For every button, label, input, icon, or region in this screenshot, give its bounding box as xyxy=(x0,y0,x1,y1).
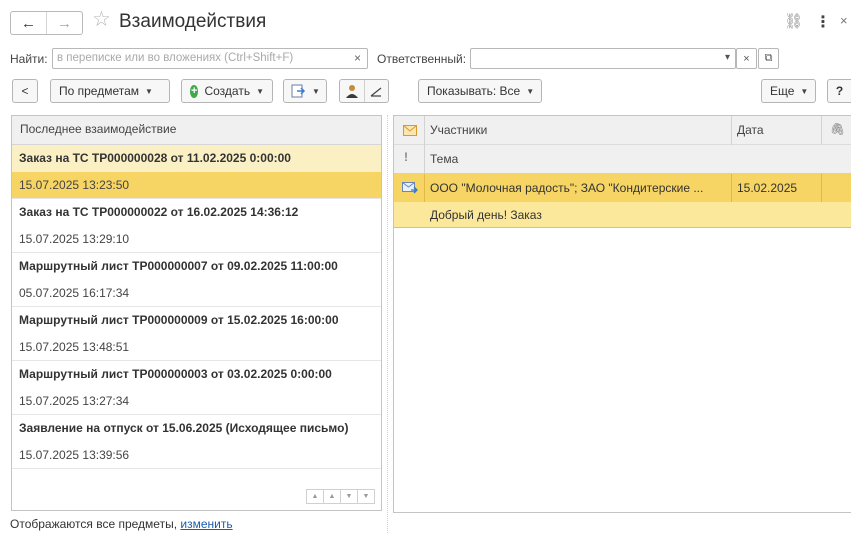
footer-text: Отображаются все предметы, xyxy=(10,517,178,531)
show-filter-label: Показывать: Все xyxy=(427,84,521,98)
clear-responsible-button[interactable]: × xyxy=(736,48,757,69)
list-item-date[interactable]: 15.07.2025 13:29:10 xyxy=(12,226,381,253)
help-button[interactable]: ? xyxy=(827,79,851,103)
column-topic[interactable]: Тема xyxy=(430,152,458,166)
list-item-subject[interactable]: Маршрутный лист ТР000000003 от 03.02.202… xyxy=(12,361,381,388)
collapse-button[interactable]: < xyxy=(12,79,38,103)
close-icon[interactable]: × xyxy=(840,13,848,28)
more-label: Еще xyxy=(770,84,795,98)
attach-menu-button[interactable]: ▼ xyxy=(283,79,327,103)
list-scroll-nav: ▲ ▲ ▼ ▼ xyxy=(306,489,375,504)
scroll-bottom-icon[interactable]: ▼ xyxy=(357,489,375,504)
envelope-icon xyxy=(403,125,417,136)
by-subjects-button[interactable]: По предметам ▼ xyxy=(50,79,170,103)
subjects-list: Последнее взаимодействие Заказ на ТС ТР0… xyxy=(11,115,382,511)
open-form-icon: ⧉ xyxy=(764,52,773,64)
create-label: Создать xyxy=(204,84,251,98)
history-nav: ← → xyxy=(10,11,83,35)
list-item-date[interactable]: 15.07.2025 13:39:56 xyxy=(12,442,381,469)
column-date[interactable]: Дата xyxy=(737,123,764,137)
column-divider xyxy=(424,116,425,174)
column-divider xyxy=(731,174,732,202)
interactions-table: Участники Дата 🖇 ! Тема ООО "Молочная ра… xyxy=(393,115,851,513)
incoming-email-icon xyxy=(402,182,418,194)
search-placeholder: в переписке или во вложениях (Ctrl+Shift… xyxy=(57,52,294,64)
list-item-date[interactable]: 15.07.2025 13:48:51 xyxy=(12,334,381,361)
list-item-subject[interactable]: Маршрутный лист ТР000000009 от 15.02.202… xyxy=(12,307,381,334)
list-item-subject[interactable]: Заявление на отпуск от 15.06.2025 (Исход… xyxy=(12,415,381,442)
table-header-row-2 xyxy=(394,145,851,174)
list-item-date[interactable]: 15.07.2025 13:23:50 xyxy=(12,172,381,199)
open-responsible-button[interactable]: ⧉ xyxy=(758,48,779,69)
column-divider xyxy=(424,174,425,202)
list-item-subject[interactable]: Маршрутный лист ТР000000007 от 09.02.202… xyxy=(12,253,381,280)
chevron-left-icon: < xyxy=(21,84,29,98)
clear-search-icon[interactable]: × xyxy=(354,51,361,65)
responsible-label: Ответственный: xyxy=(377,52,467,66)
chevron-down-icon: ▼ xyxy=(800,86,809,96)
list-item-date[interactable]: 15.07.2025 13:27:34 xyxy=(12,388,381,415)
list-item-subject[interactable]: Заказ на ТС ТР000000022 от 16.02.2025 14… xyxy=(12,199,381,226)
row-date: 15.02.2025 xyxy=(737,181,798,195)
column-divider xyxy=(821,174,822,202)
date-filter-icon[interactable] xyxy=(363,80,388,102)
row-participants: ООО "Молочная радость"; ЗАО "Кондитерски… xyxy=(430,181,704,195)
page-title: Взаимодействия xyxy=(119,11,267,32)
subjects-filter-info: Отображаются все предметы, изменить xyxy=(10,517,233,531)
responsible-field[interactable]: ▾ xyxy=(470,48,736,69)
by-subjects-label: По предметам xyxy=(59,84,140,98)
responsible-filter-group xyxy=(339,79,389,103)
back-arrow-icon[interactable]: ← xyxy=(11,12,46,34)
subjects-list-header: Последнее взаимодействие xyxy=(12,116,381,145)
help-icon: ? xyxy=(835,84,844,98)
document-arrow-icon xyxy=(291,84,306,98)
chevron-down-icon: ▼ xyxy=(256,86,264,96)
favorite-star-icon[interactable]: ☆ xyxy=(92,9,111,30)
more-button[interactable]: Еще ▼ xyxy=(761,79,816,103)
create-button[interactable]: + Создать ▼ xyxy=(181,79,273,103)
chevron-down-icon: ▼ xyxy=(312,86,320,96)
chevron-down-icon[interactable]: ▾ xyxy=(725,52,730,63)
list-item-subject[interactable]: Заказ на ТС ТР000000028 от 11.02.2025 0:… xyxy=(12,145,381,172)
more-menu-icon[interactable]: ⋮ xyxy=(815,12,831,32)
paperclip-icon: 🖇 xyxy=(830,122,846,136)
list-item-date[interactable]: 05.07.2025 16:17:34 xyxy=(12,280,381,307)
chevron-down-icon: ▼ xyxy=(526,86,535,96)
forward-arrow-icon[interactable]: → xyxy=(46,12,82,34)
close-icon: × xyxy=(743,52,750,65)
scroll-top-icon[interactable]: ▲ xyxy=(306,489,324,504)
chevron-down-icon: ▼ xyxy=(145,86,153,96)
plus-icon: + xyxy=(190,84,199,98)
column-divider xyxy=(821,116,822,145)
column-divider xyxy=(731,116,732,145)
row-topic: Добрый день! Заказ xyxy=(430,208,542,222)
user-icon[interactable] xyxy=(340,84,364,98)
change-filter-link[interactable]: изменить xyxy=(180,517,232,531)
link-icon[interactable]: ⛓ xyxy=(784,12,803,30)
scroll-down-icon[interactable]: ▼ xyxy=(340,489,358,504)
search-input[interactable]: в переписке или во вложениях (Ctrl+Shift… xyxy=(52,48,368,69)
panel-splitter[interactable] xyxy=(387,115,388,533)
importance-icon: ! xyxy=(404,150,408,164)
column-participants[interactable]: Участники xyxy=(430,123,487,137)
show-filter-button[interactable]: Показывать: Все ▼ xyxy=(418,79,542,103)
scroll-up-icon[interactable]: ▲ xyxy=(323,489,341,504)
search-label: Найти: xyxy=(10,52,48,66)
